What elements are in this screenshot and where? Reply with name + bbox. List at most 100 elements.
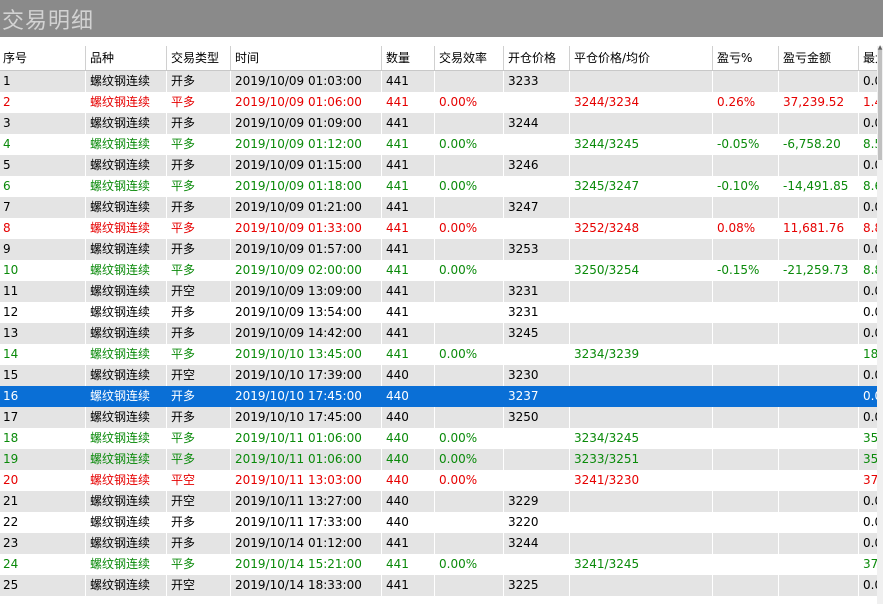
- cell-time: 2019/10/09 02:00:00: [232, 260, 382, 281]
- cell-efficiency: 0.00%: [436, 344, 504, 365]
- cell-seq: 14: [0, 344, 86, 365]
- cell-quantity: 441: [383, 71, 435, 92]
- cell-time: 2019/10/14 01:12:00: [232, 533, 382, 554]
- table-row[interactable]: 6 螺纹钢连续 平多 2019/10/09 01:18:00 441 0.00% 3245/…: [0, 176, 883, 197]
- cell-time: 2019/10/10 17:39:00: [232, 365, 382, 386]
- cell-quantity: 440: [383, 365, 435, 386]
- header-seq[interactable]: 序号: [0, 46, 86, 70]
- cell-open-price: 3244: [505, 533, 570, 554]
- table-row[interactable]: 12 螺纹钢连续 开多 2019/10/09 13:54:00 441 3231 0.0: [0, 302, 883, 323]
- cell-pnl-amount: [780, 113, 859, 134]
- cell-symbol: 螺纹钢连续: [87, 470, 167, 491]
- table-row[interactable]: 9 螺纹钢连续 开多 2019/10/09 01:57:00 441 3253 0.0: [0, 239, 883, 260]
- header-trade-type[interactable]: 交易类型: [168, 46, 231, 70]
- cell-seq: 8: [0, 218, 86, 239]
- cell-quantity: 441: [383, 134, 435, 155]
- cell-quantity: 441: [383, 260, 435, 281]
- table-row[interactable]: 7 螺纹钢连续 开多 2019/10/09 01:21:00 441 3247 0.0: [0, 197, 883, 218]
- vertical-scrollbar[interactable]: ▲: [877, 45, 883, 604]
- table-row[interactable]: 24 螺纹钢连续 平多 2019/10/14 15:21:00 441 0.00% 3241…: [0, 554, 883, 575]
- cell-open-price: 3246: [505, 155, 570, 176]
- table-row[interactable]: 8 螺纹钢连续 平多 2019/10/09 01:33:00 441 0.00% 3252/…: [0, 218, 883, 239]
- cell-time: 2019/10/09 13:09:00: [232, 281, 382, 302]
- cell-efficiency: [436, 239, 504, 260]
- table-row[interactable]: 25 螺纹钢连续 开空 2019/10/14 18:33:00 441 3225 0.0: [0, 575, 883, 596]
- header-pnl-amount[interactable]: 盈亏金额: [780, 46, 859, 70]
- table-row[interactable]: 22 螺纹钢连续 开多 2019/10/11 17:33:00 440 3220 0.0: [0, 512, 883, 533]
- cell-close-price: [571, 386, 713, 407]
- cell-trade-type: 平多: [168, 92, 231, 113]
- cell-close-price: [571, 323, 713, 344]
- table-row[interactable]: 15 螺纹钢连续 开空 2019/10/10 17:39:00 440 3230 0.0: [0, 365, 883, 386]
- table-row[interactable]: 18 螺纹钢连续 平多 2019/10/11 01:06:00 440 0.00% 3234…: [0, 428, 883, 449]
- table-row[interactable]: 10 螺纹钢连续 平多 2019/10/09 02:00:00 441 0.00% 3250…: [0, 260, 883, 281]
- cell-seq: 5: [0, 155, 86, 176]
- header-efficiency[interactable]: 交易效率: [436, 46, 504, 70]
- table-row[interactable]: 11 螺纹钢连续 开空 2019/10/09 13:09:00 441 3231 0.0: [0, 281, 883, 302]
- cell-time: 2019/10/09 01:15:00: [232, 155, 382, 176]
- table-row[interactable]: 2 螺纹钢连续 平多 2019/10/09 01:06:00 441 0.00% 3244/…: [0, 92, 883, 113]
- cell-quantity: 441: [383, 302, 435, 323]
- cell-quantity: 441: [383, 239, 435, 260]
- cell-symbol: 螺纹钢连续: [87, 323, 167, 344]
- table-row[interactable]: 14 螺纹钢连续 平多 2019/10/10 13:45:00 441 0.00% 3234…: [0, 344, 883, 365]
- table-row[interactable]: 17 螺纹钢连续 开多 2019/10/10 17:45:00 440 3250 0.0: [0, 407, 883, 428]
- cell-quantity: 441: [383, 344, 435, 365]
- cell-open-price: [505, 428, 570, 449]
- scrollbar-thumb[interactable]: [878, 50, 882, 160]
- cell-seq: 25: [0, 575, 86, 596]
- cell-efficiency: [436, 197, 504, 218]
- cell-close-price: 3241/3245: [571, 554, 713, 575]
- cell-open-price: [505, 176, 570, 197]
- header-close-price[interactable]: 平仓价格/均价: [571, 46, 713, 70]
- table-row[interactable]: 1 螺纹钢连续 开多 2019/10/09 01:03:00 441 3233 0.0: [0, 71, 883, 92]
- cell-seq: 4: [0, 134, 86, 155]
- cell-symbol: 螺纹钢连续: [87, 302, 167, 323]
- header-quantity[interactable]: 数量: [383, 46, 435, 70]
- table-row[interactable]: 23 螺纹钢连续 开多 2019/10/14 01:12:00 441 3244 0.0: [0, 533, 883, 554]
- table-row[interactable]: 3 螺纹钢连续 开多 2019/10/09 01:09:00 441 3244 0.0: [0, 113, 883, 134]
- cell-seq: 18: [0, 428, 86, 449]
- cell-symbol: 螺纹钢连续: [87, 239, 167, 260]
- cell-close-price: 3244/3245: [571, 134, 713, 155]
- cell-quantity: 441: [383, 155, 435, 176]
- window-titlebar: 交易明细: [0, 0, 883, 37]
- header-open-price[interactable]: 开仓价格: [505, 46, 570, 70]
- cell-open-price: 3225: [505, 575, 570, 596]
- cell-trade-type: 开多: [168, 533, 231, 554]
- cell-trade-type: 平多: [168, 176, 231, 197]
- table-row[interactable]: 19 螺纹钢连续 平多 2019/10/11 01:06:00 440 0.00% 3233…: [0, 449, 883, 470]
- cell-seq: 2: [0, 92, 86, 113]
- cell-quantity: 440: [383, 428, 435, 449]
- cell-pnl-amount: [780, 407, 859, 428]
- cell-pnl-amount: [780, 575, 859, 596]
- cell-efficiency: [436, 533, 504, 554]
- cell-pnl-amount: -6,758.20: [780, 134, 859, 155]
- cell-seq: 11: [0, 281, 86, 302]
- cell-close-price: [571, 302, 713, 323]
- cell-pnl-amount: [780, 512, 859, 533]
- table-row[interactable]: 21 螺纹钢连续 开空 2019/10/11 13:27:00 440 3229 0.0: [0, 491, 883, 512]
- header-symbol[interactable]: 品种: [87, 46, 167, 70]
- cell-close-price: [571, 155, 713, 176]
- cell-symbol: 螺纹钢连续: [87, 449, 167, 470]
- header-time[interactable]: 时间: [232, 46, 382, 70]
- table-row[interactable]: 5 螺纹钢连续 开多 2019/10/09 01:15:00 441 3246 0.0: [0, 155, 883, 176]
- cell-symbol: 螺纹钢连续: [87, 71, 167, 92]
- cell-quantity: 441: [383, 176, 435, 197]
- cell-time: 2019/10/14 15:21:00: [232, 554, 382, 575]
- header-pnl-pct[interactable]: 盈亏%: [714, 46, 779, 70]
- cell-close-price: 3234/3245: [571, 428, 713, 449]
- cell-seq: 6: [0, 176, 86, 197]
- cell-efficiency: [436, 323, 504, 344]
- table-row[interactable]: 20 螺纹钢连续 平空 2019/10/11 13:03:00 440 0.00% 3241…: [0, 470, 883, 491]
- table-row[interactable]: 4 螺纹钢连续 平多 2019/10/09 01:12:00 441 0.00% 3244/…: [0, 134, 883, 155]
- cell-seq: 10: [0, 260, 86, 281]
- cell-efficiency: [436, 71, 504, 92]
- cell-symbol: 螺纹钢连续: [87, 281, 167, 302]
- table-row[interactable]: 13 螺纹钢连续 开多 2019/10/09 14:42:00 441 3245 0.0: [0, 323, 883, 344]
- cell-pnl-pct: [714, 113, 779, 134]
- table-row[interactable]: 16 螺纹钢连续 开多 2019/10/10 17:45:00 440 3237 0.0: [0, 386, 883, 407]
- cell-quantity: 440: [383, 470, 435, 491]
- cell-symbol: 螺纹钢连续: [87, 365, 167, 386]
